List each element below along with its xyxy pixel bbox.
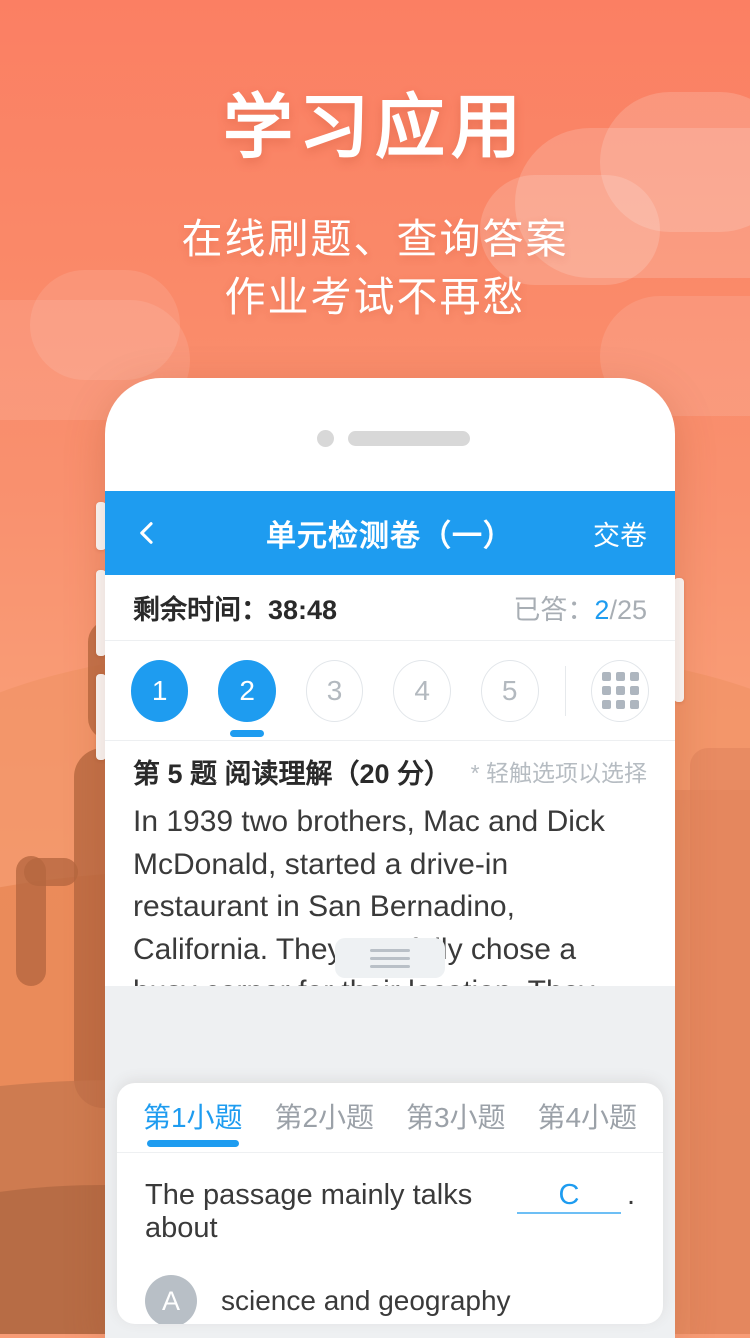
option-text-a: science and geography — [221, 1285, 511, 1316]
question-meta-title: 第 5 题 阅读理解（20 分） — [133, 758, 452, 789]
drag-handle-icon[interactable] — [335, 938, 445, 978]
app-title: 单元检测卷（一） — [266, 520, 514, 553]
phone-button-power[interactable] — [674, 578, 684, 702]
front-camera-icon — [317, 430, 334, 447]
question-number-3[interactable]: 3 — [305, 659, 364, 722]
option-key-a: A — [145, 1275, 197, 1324]
tab-sub-question-3[interactable]: 第3小题 — [390, 1083, 522, 1153]
question-stem: The passage mainly talks about C . — [117, 1153, 663, 1251]
answered-label: 已答： — [513, 595, 595, 625]
question-number-nav: 1 2 3 4 5 — [105, 641, 675, 741]
hero-subtitle-line1: 在线刷题、查询答案 — [181, 216, 569, 262]
app-header: 单元检测卷（一） 交卷 — [105, 491, 675, 575]
grid-dots — [601, 672, 639, 709]
page-title: 学习应用 — [223, 88, 527, 166]
hero-section: 学习应用 在线刷题、查询答案 作业考试不再愁 — [0, 0, 750, 326]
question-number-2[interactable]: 2 — [218, 659, 276, 722]
answered-count: 2 — [594, 595, 610, 625]
answered-counter: 已答：2/25 — [513, 588, 647, 627]
answer-card: 第1小题 第2小题 第3小题 第4小题 The passage mainly t… — [117, 1083, 663, 1324]
question-stem-text: The passage mainly talks about — [145, 1179, 473, 1244]
nav-divider — [564, 665, 566, 716]
question-number-4[interactable]: 4 — [393, 659, 451, 722]
question-meta-hint: * 轻触选项以选择 — [470, 760, 647, 786]
phone-mockup: 单元检测卷（一） 交卷 剩余时间：38:48 已答：2/25 1 2 3 4 5 — [96, 378, 684, 1338]
hero-subtitle: 在线刷题、查询答案 作业考试不再愁 — [0, 210, 750, 326]
submit-exam-button[interactable]: 交卷 — [593, 514, 647, 553]
question-number-1[interactable]: 1 — [131, 659, 189, 722]
option-list: A science and geography B mathematics an… — [117, 1251, 663, 1324]
option-a[interactable]: A science and geography — [117, 1261, 663, 1324]
grid-menu-icon[interactable] — [591, 659, 649, 722]
tab-sub-question-1[interactable]: 第1小题 — [127, 1083, 259, 1153]
phone-screen: 单元检测卷（一） 交卷 剩余时间：38:48 已答：2/25 1 2 3 4 5 — [105, 491, 675, 1338]
question-meta: 第 5 题 阅读理解（20 分） * 轻触选项以选择 — [105, 741, 675, 801]
remaining-time-label: 剩余时间：38:48 — [133, 595, 338, 625]
exam-status-bar: 剩余时间：38:48 已答：2/25 — [105, 575, 675, 641]
chevron-left-icon[interactable] — [133, 519, 161, 547]
sub-question-tabs: 第1小题 第2小题 第3小题 第4小题 — [117, 1083, 663, 1153]
tab-sub-question-2[interactable]: 第2小题 — [259, 1083, 391, 1153]
tab-sub-question-4[interactable]: 第4小题 — [522, 1083, 654, 1153]
answered-total: /25 — [609, 595, 647, 625]
question-stem-suffix: . — [626, 1179, 635, 1211]
question-number-5[interactable]: 5 — [480, 659, 539, 722]
answer-blank[interactable]: C — [516, 1179, 621, 1214]
phone-top-bezel — [105, 378, 675, 491]
earpiece-speaker-icon — [348, 431, 470, 446]
phone-body: 单元检测卷（一） 交卷 剩余时间：38:48 已答：2/25 1 2 3 4 5 — [105, 378, 675, 1338]
hero-subtitle-line2: 作业考试不再愁 — [224, 274, 526, 321]
passage-text[interactable]: In 1939 two brothers, Mac and Dick McDon… — [105, 801, 675, 986]
